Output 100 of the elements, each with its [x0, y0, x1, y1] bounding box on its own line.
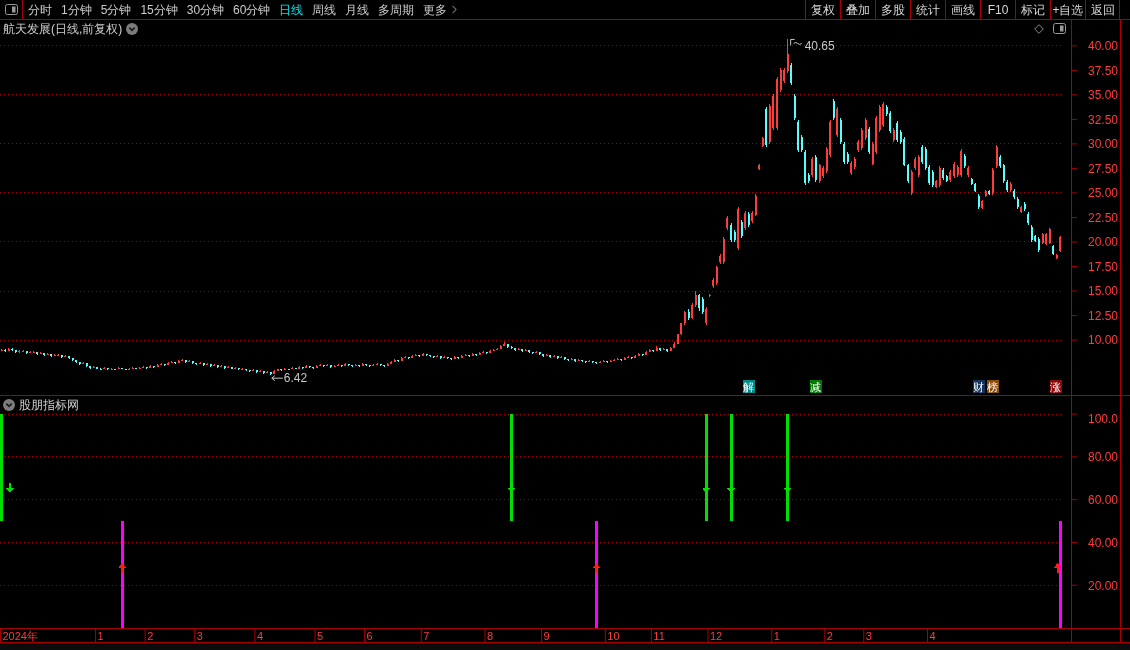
candlestick	[896, 120, 899, 143]
axis-label: 6	[366, 629, 373, 642]
event-tag[interactable]: 涨	[1049, 380, 1062, 393]
candlestick	[744, 210, 747, 231]
candlestick	[995, 144, 998, 169]
axis-label: 4	[929, 629, 936, 642]
candlestick	[907, 163, 910, 184]
axis-label: 2024年	[2, 629, 38, 642]
candlestick	[206, 362, 209, 366]
toolbar-button[interactable]: F10	[980, 0, 1015, 19]
candlestick	[322, 364, 325, 368]
candlestick	[839, 117, 842, 145]
candlestick	[814, 154, 817, 183]
more-tab[interactable]: 更多	[423, 3, 462, 16]
candlestick	[715, 265, 718, 286]
candlestick	[889, 110, 892, 134]
period-tab[interactable]: 周线	[312, 3, 337, 16]
candlestick	[553, 354, 556, 358]
toolbar-button[interactable]: 统计	[910, 0, 945, 19]
toolbar-button[interactable]: +自选	[1050, 0, 1085, 19]
panel-toggle-icon	[4, 4, 18, 15]
axis-label: 40.00	[1088, 39, 1119, 54]
period-tab[interactable]: 月线	[345, 3, 370, 16]
candlestick	[545, 353, 548, 357]
axis-label: 30.00	[1088, 137, 1119, 152]
axis-label: 17.50	[1088, 259, 1119, 274]
axis-label: 9	[543, 629, 550, 642]
chart-title: 航天发展(日线,前复权)	[3, 22, 123, 35]
axis-label: 11	[653, 629, 665, 642]
price-label: 40.65	[804, 38, 835, 53]
axis-label: 2	[147, 629, 154, 642]
candlestick	[407, 356, 410, 360]
axis-label: 10	[607, 629, 620, 642]
axis-label: 1	[773, 629, 780, 642]
event-tag[interactable]: 财	[972, 380, 985, 393]
period-tab[interactable]: 30分钟	[186, 3, 225, 16]
period-tab[interactable]: 5分钟	[100, 3, 132, 16]
candlestick	[414, 353, 417, 357]
candlestick	[818, 163, 821, 184]
candlestick	[152, 365, 155, 369]
chevron-down-icon[interactable]	[126, 22, 139, 35]
candlestick	[652, 349, 655, 353]
panel-toggle-icon[interactable]	[1053, 23, 1066, 34]
candlestick	[790, 62, 793, 86]
candlestick	[843, 141, 846, 165]
arrow-left-icon	[271, 375, 284, 382]
candlestick	[864, 117, 867, 141]
axis-label: 4	[256, 629, 263, 642]
toolbar-button[interactable]: 标记	[1015, 0, 1050, 19]
period-tab[interactable]: 60分钟	[233, 3, 271, 16]
candlestick	[705, 306, 708, 326]
pointer-icon	[790, 38, 803, 46]
candlestick	[878, 104, 881, 133]
up-arrow-icon	[592, 563, 601, 574]
candlestick	[868, 126, 871, 155]
diamond-icon[interactable]	[1034, 23, 1044, 34]
toolbar-button[interactable]: 多股	[875, 0, 910, 19]
candlestick	[793, 93, 796, 121]
toolbar-button[interactable]: 返回	[1085, 0, 1120, 19]
candlestick	[329, 364, 332, 369]
toolbar-button[interactable]: 画线	[945, 0, 980, 19]
axis-label: 60.00	[1088, 492, 1119, 507]
candlestick	[811, 156, 814, 178]
candlestick	[786, 38, 789, 74]
candlestick	[722, 236, 725, 265]
period-tab[interactable]: 日线	[279, 3, 304, 16]
event-tag[interactable]: 减	[809, 380, 822, 393]
event-tag[interactable]: 榜	[986, 380, 999, 393]
candlestick	[832, 98, 835, 121]
axis-label: 80.00	[1088, 450, 1119, 465]
axis-label: 20.00	[1088, 235, 1119, 250]
axis-label: 37.50	[1088, 63, 1119, 78]
candlestick	[252, 369, 255, 372]
candlestick	[938, 165, 941, 188]
candlestick	[991, 167, 994, 196]
period-tab[interactable]: 15分钟	[140, 3, 178, 16]
axis-label: 5	[317, 629, 324, 642]
candlestick	[506, 343, 509, 349]
candlestick	[754, 193, 757, 217]
event-tag[interactable]: 解	[742, 380, 755, 393]
toolbar-button[interactable]: 叠加	[840, 0, 875, 19]
candlestick	[560, 355, 563, 359]
period-tab[interactable]: 多周期	[378, 3, 415, 16]
candlestick	[730, 222, 733, 243]
period-tab[interactable]: 分时	[28, 3, 52, 16]
axis-label: 25.00	[1088, 186, 1119, 201]
period-tab[interactable]: 1分钟	[61, 3, 92, 16]
candlestick	[921, 144, 924, 165]
axis-label: 20.00	[1088, 578, 1119, 593]
candlestick	[599, 360, 602, 364]
candlestick	[917, 154, 920, 178]
chevron-down-icon[interactable]	[3, 398, 15, 411]
toolbar-button[interactable]: 复权	[805, 0, 840, 19]
axis-label: 8	[487, 629, 494, 642]
axis-label: 22.50	[1088, 210, 1119, 225]
candlestick	[475, 353, 478, 357]
candlestick	[882, 101, 885, 128]
axis-label: 2	[826, 629, 833, 642]
candlestick	[630, 356, 633, 360]
up-arrow-icon	[1053, 563, 1062, 574]
